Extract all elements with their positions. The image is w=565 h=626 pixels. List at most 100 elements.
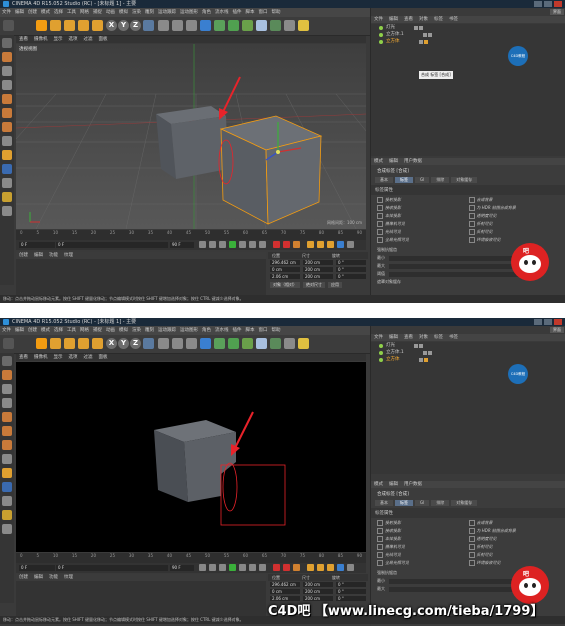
polygons-mode-icon[interactable] [2, 440, 12, 450]
om-menu-bookmarks[interactable]: 书签 [446, 17, 461, 22]
cube-primitive-icon[interactable] [200, 20, 211, 31]
goto-end-icon[interactable] [259, 241, 266, 248]
minimize-button[interactable] [534, 1, 542, 7]
camera-icon[interactable] [284, 338, 295, 349]
pos-x-field[interactable]: 296.462 cm [270, 260, 300, 265]
minimize-button[interactable] [534, 319, 542, 325]
preview-start-field[interactable]: 0 F [56, 242, 168, 248]
menu-pipeline[interactable]: 流水线 [213, 8, 231, 17]
menu-animate[interactable]: 动画 [104, 326, 117, 335]
next-key-icon[interactable] [249, 241, 256, 248]
menu-window[interactable]: 窗口 [257, 326, 270, 335]
menu-edit[interactable]: 编辑 [13, 326, 26, 335]
aa-threshold-field[interactable] [389, 271, 519, 277]
check-seen-by-reflection[interactable]: 反射可见 [468, 229, 561, 235]
add-tool-icon[interactable] [92, 20, 103, 31]
menu-motion-tracker[interactable]: 运动跟踪 [156, 8, 178, 17]
mat-menu-function[interactable]: 功能 [46, 253, 61, 258]
model-mode-icon[interactable] [2, 52, 12, 62]
object-row-cube[interactable]: 立方体 [371, 356, 565, 363]
solo-icon[interactable] [2, 524, 12, 534]
mat-menu-texture[interactable]: 纹理 [61, 253, 76, 258]
object-row-light[interactable]: 灯光 [371, 342, 565, 349]
array-icon[interactable] [242, 20, 253, 31]
render-settings-icon[interactable] [186, 338, 197, 349]
nurbs-icon[interactable] [228, 338, 239, 349]
points-mode-icon[interactable] [2, 94, 12, 104]
menu-tools[interactable]: 工具 [65, 326, 78, 335]
menu-script[interactable]: 脚本 [244, 8, 257, 17]
vp-menu-display[interactable]: 显示 [51, 355, 66, 360]
check-cast-shadows[interactable]: 投射投影 [377, 197, 469, 203]
size-x-field[interactable]: 200 cm [303, 582, 333, 587]
om-menu-tags[interactable]: 标签 [431, 335, 446, 340]
menu-help[interactable]: 帮助 [270, 326, 283, 335]
am-menu-mode[interactable]: 模式 [371, 159, 386, 164]
tab-exclusion[interactable]: 排除 [431, 177, 450, 183]
mat-menu-create[interactable]: 创建 [16, 253, 31, 258]
check-seen-by-ao[interactable]: 环境吸收可见 [468, 560, 561, 566]
check-seen-by-refraction[interactable]: 折射可见 [468, 221, 561, 227]
menu-simulate[interactable]: 模拟 [117, 326, 130, 335]
tab-basic[interactable]: 基本 [375, 177, 393, 183]
check-compositing-background[interactable]: 合成背景 [468, 197, 561, 203]
menu-motion-tracker[interactable]: 运动跟踪 [156, 326, 178, 335]
rot-p-field[interactable]: 0 ° [336, 267, 366, 272]
render-view-icon[interactable] [158, 338, 169, 349]
pos-x-field[interactable]: 296.462 cm [270, 582, 300, 587]
coord-mode-dropdown[interactable]: 对象（相对） [270, 282, 300, 288]
check-seen-by-transparency[interactable]: 透明度可见 [468, 536, 561, 542]
mat-menu-edit[interactable]: 编辑 [31, 575, 46, 580]
lock-workplane-icon[interactable] [2, 178, 12, 188]
autokey-icon[interactable] [283, 241, 290, 248]
layout-selector[interactable]: 界面 [550, 9, 564, 15]
keyframe-selection-icon[interactable] [293, 241, 300, 248]
menu-snap[interactable]: 捕捉 [91, 8, 104, 17]
render-picture-icon[interactable] [172, 338, 183, 349]
workplane-icon[interactable] [2, 398, 12, 408]
size-z-field[interactable]: 200 cm [303, 274, 333, 279]
om-menu-file[interactable]: 文件 [371, 335, 386, 340]
snap-icon[interactable] [2, 482, 12, 492]
prev-key-icon[interactable] [209, 564, 216, 571]
add-tool-icon[interactable] [92, 338, 103, 349]
check-seen-by-camera[interactable]: 摄像机可见 [377, 221, 469, 227]
check-seen-by-rays[interactable]: 光线可见 [377, 229, 469, 235]
menu-script[interactable]: 脚本 [244, 326, 257, 335]
aa-max-field[interactable] [389, 586, 519, 592]
timeline-ruler[interactable]: 0 5 10 15 20 25 30 35 40 45 50 55 60 65 70 75 80 85 90 [16, 553, 366, 563]
rot-h-field[interactable]: 0 ° [336, 260, 366, 265]
tab-basic[interactable]: 基本 [375, 500, 393, 506]
render-view-icon[interactable] [158, 20, 169, 31]
select-tool-icon[interactable] [36, 20, 47, 31]
cube-back[interactable] [156, 106, 228, 179]
undo-icon[interactable] [3, 338, 14, 349]
planar-workplane-icon[interactable] [2, 192, 12, 202]
mat-menu-function[interactable]: 功能 [46, 575, 61, 580]
menu-simulate[interactable]: 模拟 [117, 8, 130, 17]
record-icon[interactable] [273, 241, 280, 248]
menu-sculpt[interactable]: 雕刻 [143, 326, 156, 335]
menu-file[interactable]: 文件 [0, 326, 13, 335]
am-menu-edit[interactable]: 编辑 [386, 482, 401, 487]
vp-menu-view[interactable]: 查看 [16, 355, 31, 360]
tweak-mode-icon[interactable] [2, 150, 12, 160]
undo-icon[interactable] [3, 20, 14, 31]
menu-edit[interactable]: 编辑 [13, 8, 26, 17]
am-menu-edit[interactable]: 编辑 [386, 159, 401, 164]
edges-mode-icon[interactable] [2, 108, 12, 118]
solo-icon[interactable] [2, 206, 12, 216]
am-menu-userdata[interactable]: 用户数据 [401, 159, 425, 164]
goto-start-icon[interactable] [199, 564, 206, 571]
coordinate-system-icon[interactable] [143, 338, 154, 349]
menu-pipeline[interactable]: 流水线 [213, 326, 231, 335]
maximize-button[interactable] [544, 1, 552, 7]
menu-sculpt[interactable]: 雕刻 [143, 8, 156, 17]
render-settings-icon[interactable] [186, 20, 197, 31]
check-seen-by-gi[interactable]: 全局光照可见 [377, 237, 469, 243]
vp-menu-filter[interactable]: 过滤 [81, 37, 96, 42]
check-hdr-compositing[interactable]: 为 HDR 贴图合成背景 [468, 205, 561, 211]
play-icon[interactable] [229, 241, 236, 248]
om-menu-view[interactable]: 查看 [401, 17, 416, 22]
om-menu-edit[interactable]: 编辑 [386, 17, 401, 22]
